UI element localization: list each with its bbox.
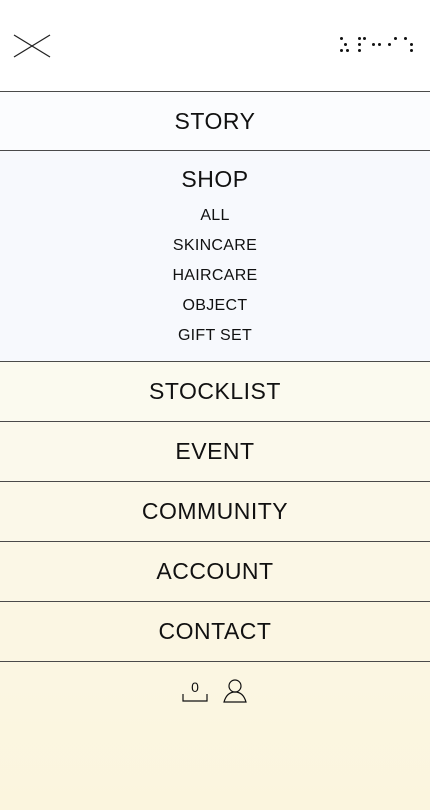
top-bar — [0, 0, 430, 92]
submenu-item-skincare[interactable]: SKINCARE — [0, 231, 430, 261]
menu-link-contact[interactable]: CONTACT — [0, 602, 430, 661]
submenu-item-all[interactable]: ALL — [0, 201, 430, 231]
menu-link-story[interactable]: STORY — [0, 92, 430, 150]
menu-link-account[interactable]: ACCOUNT — [0, 542, 430, 601]
braille-cell — [340, 36, 350, 55]
footer-icons: 0 — [0, 662, 430, 704]
cart-button[interactable]: 0 — [182, 678, 208, 704]
menu-item-stocklist: STOCKLIST — [0, 362, 430, 422]
user-button[interactable] — [222, 678, 248, 704]
menu-item-community: COMMUNITY — [0, 482, 430, 542]
menu-item-shop: SHOP ALL SKINCARE HAIRCARE OBJECT GIFT S… — [0, 151, 430, 362]
submenu-item-gift-set[interactable]: GIFT SET — [0, 321, 430, 351]
menu-link-event[interactable]: EVENT — [0, 422, 430, 481]
menu-item-contact: CONTACT — [0, 602, 430, 662]
menu-link-community[interactable]: COMMUNITY — [0, 482, 430, 541]
braille-cell — [388, 36, 398, 55]
main-navigation: STORY SHOP ALL SKINCARE HAIRCARE OBJECT … — [0, 92, 430, 662]
close-icon — [13, 33, 51, 58]
braille-cell — [404, 36, 414, 55]
braille-cell — [356, 36, 366, 55]
menu-link-stocklist[interactable]: STOCKLIST — [0, 362, 430, 421]
menu-item-event: EVENT — [0, 422, 430, 482]
user-icon — [223, 679, 247, 703]
menu-link-shop[interactable]: SHOP — [0, 151, 430, 193]
shop-submenu: ALL SKINCARE HAIRCARE OBJECT GIFT SET — [0, 201, 430, 351]
submenu-item-haircare[interactable]: HAIRCARE — [0, 261, 430, 291]
menu-item-story: STORY — [0, 92, 430, 151]
braille-cell — [372, 37, 382, 55]
submenu-item-object[interactable]: OBJECT — [0, 291, 430, 321]
mobile-menu-screen: STORY SHOP ALL SKINCARE HAIRCARE OBJECT … — [0, 0, 430, 810]
close-button[interactable] — [12, 26, 52, 66]
cart-count: 0 — [191, 679, 199, 695]
menu-item-account: ACCOUNT — [0, 542, 430, 602]
braille-logo[interactable] — [340, 36, 414, 55]
